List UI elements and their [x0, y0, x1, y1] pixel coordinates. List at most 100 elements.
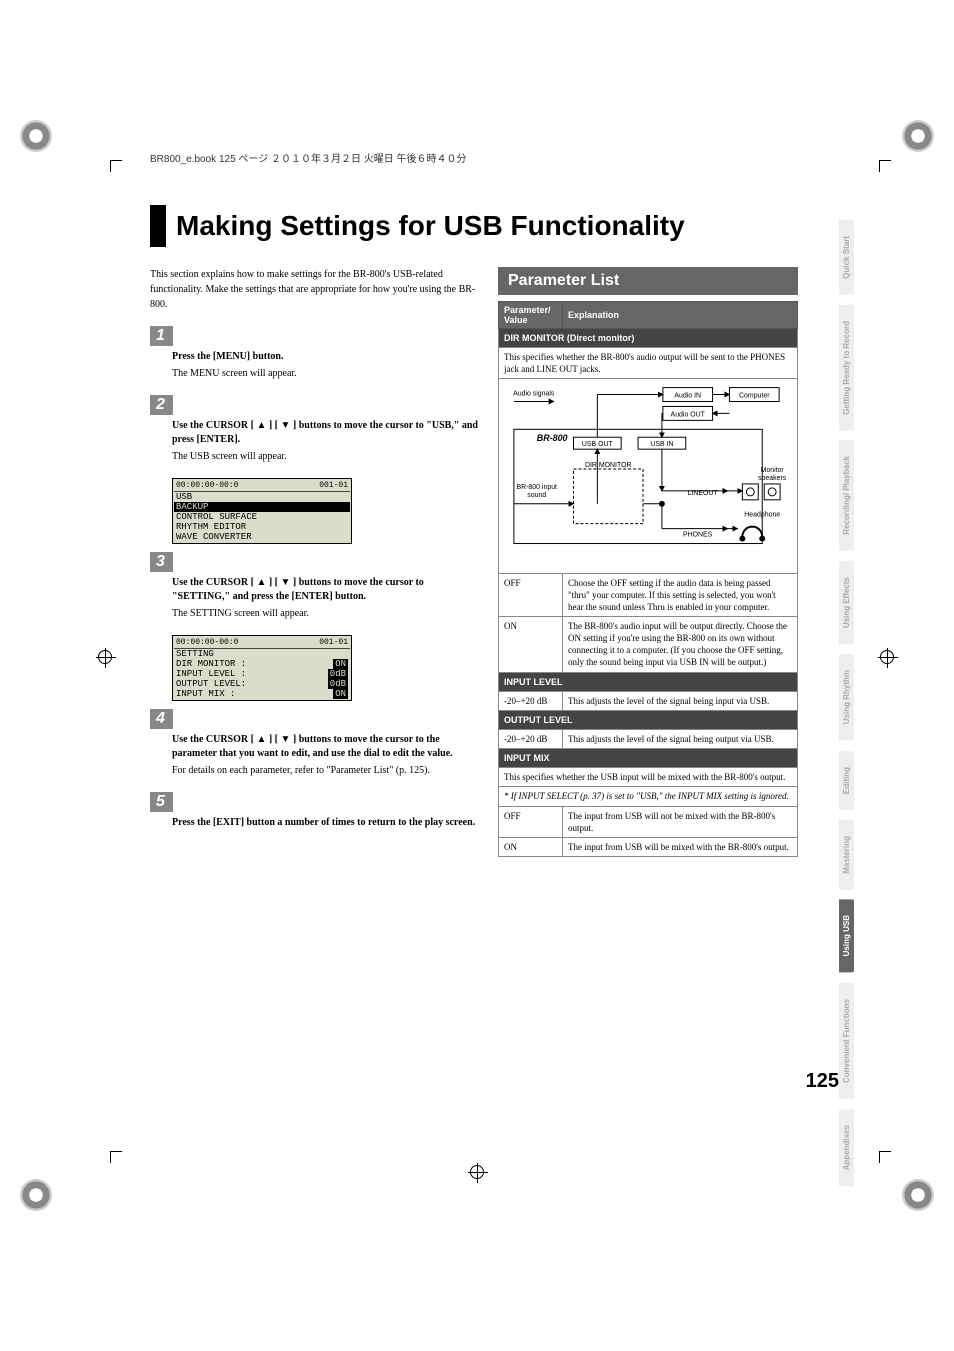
- page-title-bar: Making Settings for USB Functionality: [150, 205, 850, 247]
- registration-mark-icon: [880, 650, 894, 664]
- param-value: ON: [499, 837, 563, 856]
- param-value: -20–+20 dB: [499, 729, 563, 748]
- lcd-usb-screen: 00:00:00-00:0 001-01 USB BACKUP CONTROL …: [172, 478, 352, 544]
- diagram-label-audio-in: Audio IN: [674, 393, 701, 400]
- param-explanation: The input from USB will be mixed with th…: [563, 837, 798, 856]
- tab-editing[interactable]: Editing: [839, 751, 854, 810]
- two-column-layout: This section explains how to make settin…: [150, 267, 850, 857]
- diagram-label-computer: Computer: [739, 393, 770, 400]
- lcd-row: WAVE CONVERTER: [174, 532, 350, 542]
- diagram-label-dir-monitor: DIR MONITOR: [585, 462, 632, 469]
- param-subhead: DIR MONITOR (Direct monitor): [499, 329, 798, 348]
- running-header: BR800_e.book 125 ページ ２０１０年３月２日 火曜日 午後６時４…: [150, 150, 850, 165]
- signal-flow-diagram: Computer Audio IN Audio OUT Audio signal…: [499, 379, 797, 569]
- tab-convenient-functions[interactable]: Convenient Functions: [839, 983, 854, 1099]
- registration-mark-icon: [98, 650, 112, 664]
- parameter-table: Parameter/ Value Explanation DIR MONITOR…: [498, 301, 798, 857]
- lcd-param: OUTPUT LEVEL:: [176, 679, 246, 689]
- step-number: 5: [150, 792, 173, 812]
- crop-corner-icon: [20, 120, 52, 152]
- lcd-time: 00:00:00-00:0: [176, 638, 238, 647]
- lcd-setting-screen: 00:00:00-00:0 001-01 SETTING DIR MONITOR…: [172, 635, 352, 701]
- step-1: 1 Press the [MENU] button. The MENU scre…: [150, 326, 480, 381]
- diagram-label-phones: PHONES: [683, 532, 713, 539]
- crop-corner-icon: [902, 1179, 934, 1211]
- step-result: The SETTING screen will appear.: [172, 606, 480, 621]
- step-result: The MENU screen will appear.: [172, 366, 480, 381]
- instruction-column: This section explains how to make settin…: [150, 267, 480, 857]
- param-explanation: This adjusts the level of the signal bei…: [563, 729, 798, 748]
- tab-quick-start[interactable]: Quick Start: [839, 220, 854, 295]
- param-description: This specifies whether the BR-800's audi…: [499, 348, 798, 379]
- tab-using-effects[interactable]: Using Effects: [839, 561, 854, 644]
- lcd-row: RHYTHM EDITOR: [174, 522, 350, 532]
- lcd-value: ON: [333, 689, 348, 699]
- tab-mastering[interactable]: Mastering: [839, 820, 854, 890]
- tab-getting-ready[interactable]: Getting Ready to Record: [839, 305, 854, 431]
- lcd-title: SETTING: [174, 649, 350, 659]
- tab-appendixes[interactable]: Appendixes: [839, 1109, 854, 1186]
- section-tabs: Quick Start Getting Ready to Record Reco…: [839, 220, 854, 1186]
- page-content: BR800_e.book 125 ページ ２０１０年３月２日 火曜日 午後６時４…: [150, 150, 850, 857]
- param-subhead: OUTPUT LEVEL: [499, 710, 798, 729]
- diagram-label-usb-out: USB OUT: [582, 442, 614, 449]
- step-3: 3 Use the CURSOR [ ▲ ] [ ▼ ] buttons to …: [150, 552, 480, 621]
- lcd-time: 00:00:00-00:0: [176, 481, 238, 490]
- step-instruction: Press the [EXIT] button a number of time…: [172, 816, 480, 830]
- lcd-title: USB: [174, 492, 350, 502]
- lcd-param: INPUT LEVEL :: [176, 669, 246, 679]
- step-instruction: Use the CURSOR [ ▲ ] [ ▼ ] buttons to mo…: [172, 733, 480, 761]
- parameter-column: Parameter List Parameter/ Value Explanat…: [498, 267, 798, 857]
- param-value: ON: [499, 616, 563, 672]
- lcd-value: 0dB: [328, 669, 348, 679]
- param-note: * If INPUT SELECT (p. 37) is set to "USB…: [499, 787, 798, 806]
- tab-using-rhythm[interactable]: Using Rhythm: [839, 654, 854, 740]
- lcd-row: CONTROL SURFACE: [174, 512, 350, 522]
- param-value: -20–+20 dB: [499, 691, 563, 710]
- page-number: 125: [806, 1070, 839, 1093]
- lcd-value: 0dB: [328, 679, 348, 689]
- param-subhead: INPUT MIX: [499, 749, 798, 768]
- param-value: OFF: [499, 573, 563, 616]
- step-5: 5 Press the [EXIT] button a number of ti…: [150, 792, 480, 830]
- lcd-selected-row: BACKUP: [174, 502, 350, 512]
- lcd-param: DIR MONITOR :: [176, 659, 246, 669]
- step-number: 1: [150, 326, 173, 346]
- crop-corner-icon: [902, 120, 934, 152]
- step-number: 4: [150, 709, 173, 729]
- diagram-label-monitor2: speakers: [758, 475, 787, 482]
- param-explanation: The BR-800's audio input will be output …: [563, 616, 798, 672]
- diagram-label-audio-signals: Audio signals: [513, 391, 555, 398]
- param-value: OFF: [499, 806, 563, 837]
- section-heading: Parameter List: [498, 267, 798, 295]
- page-title: Making Settings for USB Functionality: [176, 210, 685, 242]
- step-result: For details on each parameter, refer to …: [172, 763, 480, 778]
- lcd-param: INPUT MIX :: [176, 689, 235, 699]
- step-number: 3: [150, 552, 173, 572]
- diagram-label-br800-input2: sound: [527, 492, 546, 499]
- diagram-label-usb-in: USB IN: [650, 442, 673, 449]
- param-explanation: This adjusts the level of the signal bei…: [563, 691, 798, 710]
- diagram-label-br800: BR-800: [537, 434, 568, 444]
- diagram-label-br800-input1: BR-800 input: [516, 484, 557, 491]
- tab-using-usb[interactable]: Using USB: [839, 899, 854, 972]
- diagram-label-headphone: Headphone: [744, 512, 780, 519]
- step-2: 2 Use the CURSOR [ ▲ ] [ ▼ ] buttons to …: [150, 395, 480, 464]
- param-explanation: Choose the OFF setting if the audio data…: [563, 573, 798, 616]
- lcd-marker: 001-01: [319, 638, 348, 647]
- table-header-explanation: Explanation: [563, 302, 798, 329]
- lcd-value: ON: [333, 659, 348, 669]
- step-instruction: Press the [MENU] button.: [172, 350, 480, 364]
- step-instruction: Use the CURSOR [ ▲ ] [ ▼ ] buttons to mo…: [172, 576, 480, 604]
- tab-recording-playback[interactable]: Recording/ Playback: [839, 440, 854, 551]
- step-4: 4 Use the CURSOR [ ▲ ] [ ▼ ] buttons to …: [150, 709, 480, 778]
- param-description: This specifies whether the USB input wil…: [499, 768, 798, 787]
- param-explanation: The input from USB will not be mixed wit…: [563, 806, 798, 837]
- diagram-label-monitor1: Monitor: [761, 467, 785, 474]
- step-result: The USB screen will appear.: [172, 449, 480, 464]
- table-header-param: Parameter/ Value: [499, 302, 563, 329]
- title-accent-block: [150, 205, 166, 247]
- diagram-label-audio-out: Audio OUT: [671, 412, 706, 419]
- step-instruction: Use the CURSOR [ ▲ ] [ ▼ ] buttons to mo…: [172, 419, 480, 447]
- param-subhead: INPUT LEVEL: [499, 672, 798, 691]
